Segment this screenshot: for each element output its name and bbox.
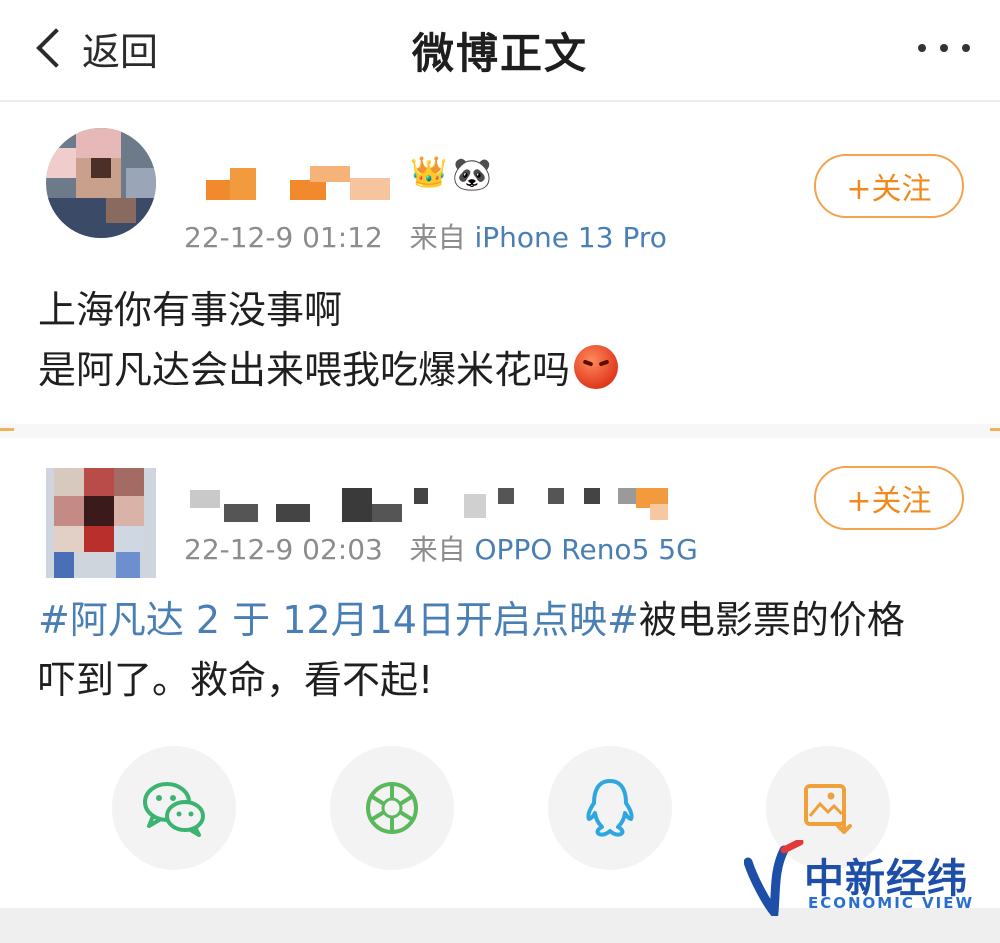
post-content: 上海你有事没事啊 是阿凡达会出来喂我吃爆米花吗	[38, 280, 970, 400]
post-divider	[0, 424, 1000, 438]
username[interactable]	[188, 484, 678, 524]
post-text-line: 是阿凡达会出来喂我吃爆米花吗	[38, 348, 571, 392]
weibo-post: 22-12-9 02:03 来自 OPPO Reno5 5G +关注 #阿凡达 …	[0, 440, 1000, 740]
share-moments-button[interactable]	[330, 746, 454, 870]
watermark-logo-icon	[744, 840, 804, 916]
watermark: 中新经纬 ECONOMIC VIEW	[744, 840, 974, 920]
vip-crown-icon: 👑	[410, 155, 448, 190]
post-meta: 22-12-9 02:03 来自 OPPO Reno5 5G	[184, 528, 698, 568]
source-prefix: 来自	[409, 533, 466, 566]
post-time: 22-12-9 01:12	[184, 221, 383, 254]
more-options-icon[interactable]	[918, 44, 970, 52]
post-text-line: 上海你有事没事啊	[38, 288, 343, 332]
hashtag-link[interactable]: #阿凡达 2 于 12月14日开启点映#	[38, 598, 639, 642]
post-text: 被电影票的价格	[638, 598, 905, 642]
top-nav-bar: 返回 微博正文	[0, 0, 1000, 102]
follow-button[interactable]: +关注	[814, 466, 964, 530]
source-prefix: 来自	[409, 221, 466, 254]
panda-badge-icon: 🐼	[452, 155, 492, 193]
follow-button[interactable]: +关注	[814, 154, 964, 218]
device-source[interactable]: iPhone 13 Pro	[475, 221, 667, 254]
avatar[interactable]	[46, 468, 156, 578]
device-source[interactable]: OPPO Reno5 5G	[475, 533, 698, 566]
share-wechat-button[interactable]	[112, 746, 236, 870]
save-image-icon	[804, 784, 852, 834]
angry-face-icon	[574, 345, 619, 389]
username[interactable]	[200, 162, 410, 202]
post-meta: 22-12-9 01:12 来自 iPhone 13 Pro	[184, 216, 667, 256]
post-time: 22-12-9 02:03	[184, 533, 383, 566]
page-title: 微博正文	[411, 29, 588, 78]
post-content: #阿凡达 2 于 12月14日开启点映#被电影票的价格 吓到了。救命，看不起!	[38, 590, 970, 710]
wechat-icon	[143, 782, 205, 837]
watermark-subtext: ECONOMIC VIEW	[808, 894, 975, 912]
moments-icon	[366, 782, 418, 834]
qq-icon	[586, 779, 634, 837]
avatar[interactable]	[46, 128, 156, 238]
share-qq-button[interactable]	[548, 746, 672, 870]
post-text-line: 吓到了。救命，看不起!	[38, 658, 434, 702]
weibo-post: 👑 🐼 22-12-9 01:12 来自 iPhone 13 Pro +关注 上…	[0, 102, 1000, 422]
